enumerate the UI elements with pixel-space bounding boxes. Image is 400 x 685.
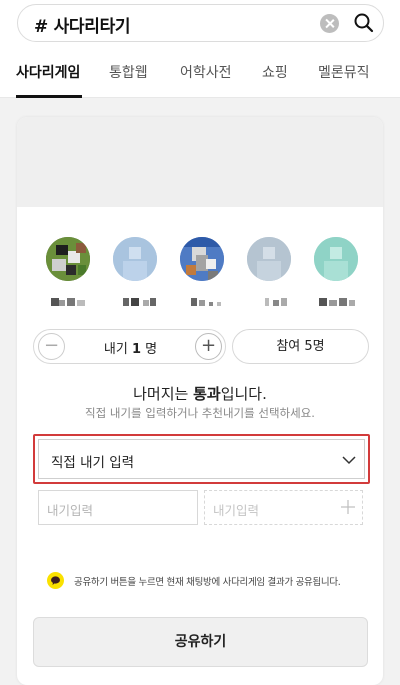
tab-ladder-game[interactable]: 사다리게임 <box>16 62 80 82</box>
add-icon[interactable] <box>340 499 356 515</box>
card-header-area <box>17 117 383 207</box>
participant-name <box>51 298 85 306</box>
bet-type-select[interactable]: 직접 내기 입력 <box>38 439 365 479</box>
bet-add-placeholder: 내기입력 <box>213 503 260 518</box>
notice-text: 공유하기 버튼을 누르면 현재 채팅방에 사다리게임 결과가 공유됩니다. <box>74 577 341 588</box>
tab-melon-music[interactable]: 멜론뮤직 <box>318 62 370 82</box>
search-input[interactable]: # 사다리타기 <box>17 4 384 42</box>
share-notice: 공유하기 버튼을 누르면 현재 채팅방에 사다리게임 결과가 공유됩니다. <box>47 571 367 591</box>
participant-list <box>17 227 383 317</box>
search-icon[interactable] <box>352 11 376 35</box>
plus-icon[interactable]: + <box>195 333 222 360</box>
avatar[interactable] <box>113 237 157 281</box>
participant-name <box>191 298 221 306</box>
chevron-down-icon <box>342 456 356 465</box>
bet-add-field[interactable]: 내기입력 <box>204 490 363 525</box>
tab-shopping[interactable]: 쇼핑 <box>262 62 288 82</box>
tab-web[interactable]: 통합웹 <box>109 62 148 82</box>
search-query: # 사다리타기 <box>34 17 131 37</box>
hint-text: 직접 내기를 입력하거나 추천내기를 선택하세요. <box>85 406 315 420</box>
avatar[interactable] <box>247 237 291 281</box>
kakaotalk-icon <box>47 572 64 589</box>
avatar[interactable] <box>314 237 358 281</box>
tab-dictionary[interactable]: 어학사전 <box>180 62 232 82</box>
participant-name <box>123 298 156 306</box>
active-tab-indicator <box>16 95 82 98</box>
participant-name <box>319 298 355 306</box>
avatar[interactable] <box>46 237 90 281</box>
participant-name <box>265 298 287 306</box>
ladder-game-card: − 내기 1 명 + 참여 5명 나머지는 통과입니다. 직접 내기를 입력하거… <box>17 117 383 685</box>
clear-icon[interactable] <box>320 14 339 33</box>
bet-count-stepper: − 내기 1 명 + <box>33 329 226 364</box>
bet-type-select-highlight: 직접 내기 입력 <box>33 434 370 484</box>
bet-type-selected: 직접 내기 입력 <box>51 455 135 471</box>
top-bar: # 사다리타기 <box>0 0 400 52</box>
bet-input-field[interactable]: 내기입력 <box>38 490 198 525</box>
participants-button[interactable]: 참여 5명 <box>232 329 369 364</box>
avatar[interactable] <box>180 237 224 281</box>
rest-result-text: 나머지는 통과입니다. <box>133 385 267 403</box>
share-button[interactable]: 공유하기 <box>33 617 368 667</box>
tab-bar: 사다리게임 통합웹 어학사전 쇼핑 멜론뮤직 <box>0 52 400 98</box>
